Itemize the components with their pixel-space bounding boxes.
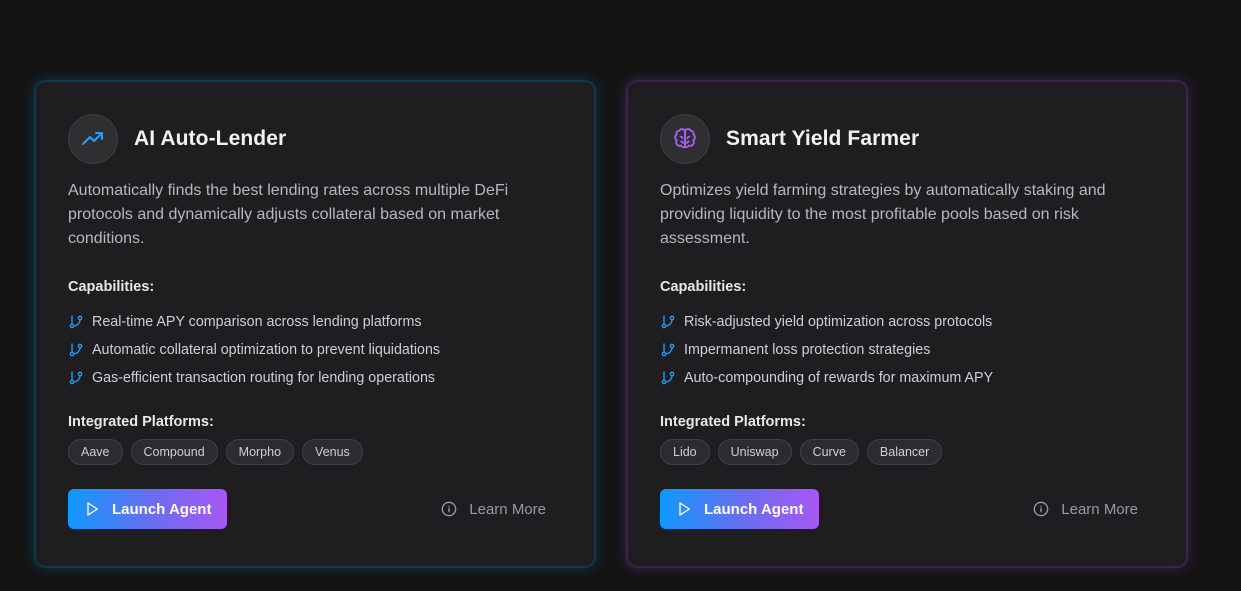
play-icon	[679, 502, 690, 516]
platform-tag-venus: Venus	[302, 439, 363, 465]
info-icon	[1033, 501, 1049, 517]
capability-item: Real-time APY comparison across lending …	[68, 308, 562, 336]
git-branch-icon	[69, 315, 83, 329]
agent-title: AI Auto-Lender	[134, 127, 287, 150]
capability-text: Real-time APY comparison across lending …	[92, 314, 422, 330]
brain-icon	[674, 128, 696, 149]
platform-tag-compound: Compound	[130, 439, 218, 465]
capability-item: Gas-efficient transaction routing for le…	[68, 364, 562, 392]
capabilities-label: Capabilities:	[68, 279, 155, 295]
agent-title: Smart Yield Farmer	[726, 127, 920, 150]
agent-avatar	[68, 114, 118, 164]
platform-tag-aave: Aave	[68, 439, 123, 465]
capability-text: Auto-compounding of rewards for maximum …	[684, 370, 994, 386]
git-branch-icon	[661, 343, 675, 357]
capability-text: Gas-efficient transaction routing for le…	[92, 370, 436, 386]
launch-agent-button[interactable]: Launch Agent	[660, 489, 820, 529]
platform-tag-balancer: Balancer	[866, 439, 943, 465]
capabilities-label: Capabilities:	[660, 279, 747, 295]
capability-item: Automatic collateral optimization to pre…	[68, 336, 562, 364]
capability-text: Risk-adjusted yield optimization across …	[684, 314, 993, 330]
agent-actions: Launch Agent Learn More	[660, 489, 1154, 529]
capability-item: Impermanent loss protection strategies	[660, 336, 1154, 364]
capability-text: Automatic collateral optimization to pre…	[92, 342, 441, 358]
learn-more-label: Learn More	[1061, 500, 1138, 518]
agents-page: AI Auto-Lender Automatically finds the b…	[0, 0, 1241, 591]
agent-card-auto-lender: AI Auto-Lender Automatically finds the b…	[35, 81, 595, 567]
capabilities-list: Real-time APY comparison across lending …	[68, 308, 562, 392]
capability-text: Impermanent loss protection strategies	[684, 342, 931, 358]
info-icon	[441, 501, 457, 517]
platform-tags: Aave Compound Morpho Venus	[68, 439, 562, 465]
launch-agent-label: Launch Agent	[112, 500, 212, 518]
play-icon	[87, 502, 98, 516]
agent-card-yield-farmer: Smart Yield Farmer Optimizes yield farmi…	[627, 81, 1187, 567]
launch-agent-button[interactable]: Launch Agent	[68, 489, 228, 529]
learn-more-label: Learn More	[469, 500, 546, 518]
agent-card-header: Smart Yield Farmer	[660, 114, 1154, 164]
learn-more-link[interactable]: Learn More	[1033, 489, 1138, 529]
agent-description: Automatically finds the best lending rat…	[68, 182, 509, 247]
platform-tag-uniswap: Uniswap	[717, 439, 792, 465]
git-branch-icon	[69, 343, 83, 357]
agent-card-header: AI Auto-Lender	[68, 114, 562, 164]
git-branch-icon	[69, 371, 83, 385]
agent-actions: Launch Agent Learn More	[68, 489, 562, 529]
trending-up-icon	[82, 132, 103, 145]
capability-item: Auto-compounding of rewards for maximum …	[660, 364, 1154, 392]
agent-description: Optimizes yield farming strategies by au…	[660, 182, 1106, 247]
capability-item: Risk-adjusted yield optimization across …	[660, 308, 1154, 336]
learn-more-link[interactable]: Learn More	[441, 489, 546, 529]
capabilities-list: Risk-adjusted yield optimization across …	[660, 308, 1154, 392]
agent-avatar	[660, 114, 710, 164]
git-branch-icon	[661, 315, 675, 329]
platforms-label: Integrated Platforms:	[660, 414, 806, 430]
platform-tag-curve: Curve	[799, 439, 859, 465]
platforms-label: Integrated Platforms:	[68, 414, 214, 430]
platform-tags: Lido Uniswap Curve Balancer	[660, 439, 1154, 465]
platform-tag-lido: Lido	[660, 439, 710, 465]
git-branch-icon	[661, 371, 675, 385]
launch-agent-label: Launch Agent	[704, 500, 804, 518]
platform-tag-morpho: Morpho	[225, 439, 295, 465]
